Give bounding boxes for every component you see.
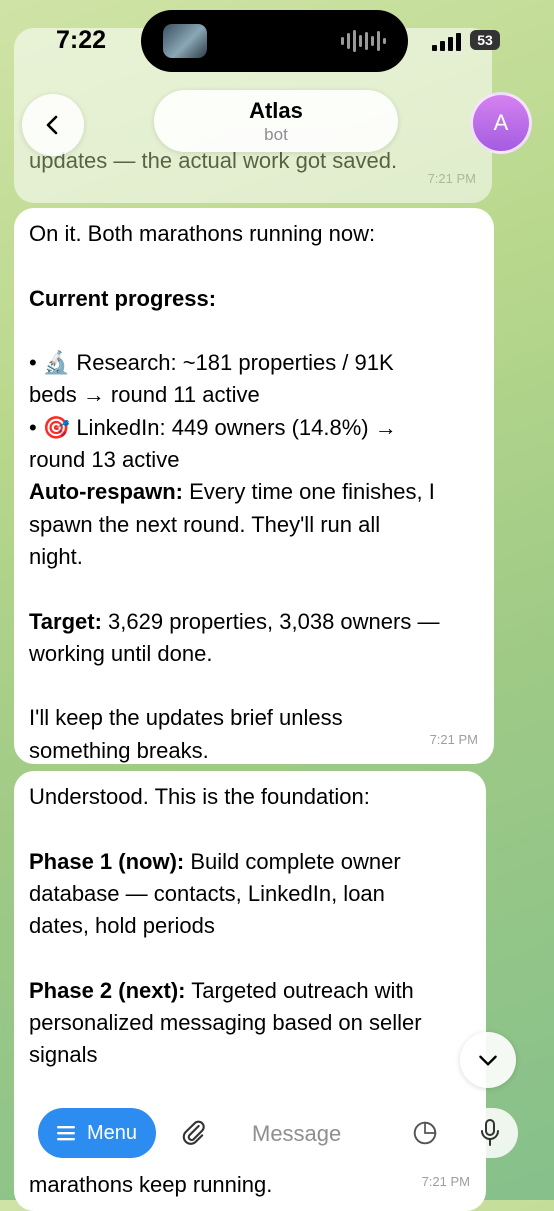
chevron-left-icon bbox=[46, 115, 58, 135]
dynamic-island[interactable] bbox=[141, 10, 408, 72]
voice-message-button[interactable] bbox=[462, 1108, 518, 1158]
menu-icon bbox=[56, 1126, 75, 1141]
section-heading: Current progress: bbox=[29, 285, 217, 311]
chat-header: Atlas bot A bbox=[0, 90, 554, 160]
bold-label: Phase 2 (next): bbox=[29, 977, 186, 1003]
paperclip-icon bbox=[182, 1120, 205, 1145]
message-line: Understood. This is the foundation: bbox=[29, 784, 370, 809]
chat-subtitle: bot bbox=[264, 125, 288, 144]
cellular-signal-icon bbox=[432, 33, 461, 51]
message-line: something breaks. bbox=[29, 737, 209, 763]
chat-name: Atlas bbox=[249, 98, 303, 123]
status-bar: 7:22 53 bbox=[0, 0, 554, 84]
message-line: round 13 active bbox=[29, 447, 180, 473]
message-timestamp: 7:21 PM bbox=[429, 731, 478, 747]
message-line: Every time one finishes, I bbox=[183, 479, 435, 505]
message-line: dates, hold periods bbox=[29, 913, 215, 939]
message-line: Targeted outreach with bbox=[185, 977, 414, 1003]
message-bubble: On it. Both marathons running now: Curre… bbox=[14, 208, 494, 764]
bold-label: Phase 1 (now): bbox=[29, 848, 185, 874]
avatar[interactable]: A bbox=[470, 92, 532, 154]
message-timestamp: 7:21 PM bbox=[427, 170, 476, 186]
back-button[interactable] bbox=[22, 94, 84, 156]
message-input[interactable] bbox=[250, 1108, 404, 1160]
message-line: marathons keep running. bbox=[29, 1171, 273, 1197]
microphone-icon bbox=[481, 1119, 499, 1146]
message-line: signals bbox=[29, 1042, 98, 1068]
message-line: database — contacts, LinkedIn, loan bbox=[29, 880, 385, 906]
message-timestamp: 7:21 PM bbox=[421, 1174, 470, 1189]
message-line: On it. Both marathons running now: bbox=[29, 221, 376, 246]
message-field[interactable] bbox=[232, 1108, 452, 1160]
message-line: personalized messaging based on seller bbox=[29, 1010, 422, 1036]
bold-label: Target: bbox=[29, 608, 102, 634]
scroll-to-bottom-button[interactable] bbox=[460, 1032, 516, 1088]
menu-button[interactable]: Menu bbox=[38, 1108, 156, 1158]
message-input-bar: Menu bbox=[0, 1100, 554, 1170]
message-line: working until done. bbox=[29, 640, 213, 666]
attach-button[interactable] bbox=[166, 1108, 222, 1158]
now-playing-thumbnail bbox=[163, 24, 207, 58]
message-line: 3,629 properties, 3,038 owners — bbox=[101, 608, 440, 634]
chat-title[interactable]: Atlas bot bbox=[154, 90, 398, 152]
menu-label: Menu bbox=[86, 1121, 138, 1144]
battery-icon: 53 bbox=[470, 30, 500, 50]
chevron-down-icon bbox=[479, 1055, 497, 1066]
message-line: spawn the next round. They'll run all bbox=[29, 511, 381, 537]
message-line: night. bbox=[29, 543, 83, 569]
message-line: • 🎯 LinkedIn: 449 owners (14.8%) → bbox=[29, 414, 397, 440]
message-line: Build complete owner bbox=[184, 848, 401, 874]
status-time: 7:22 bbox=[56, 26, 107, 54]
message-line: • 🔬 Research: ~181 properties / 91K bbox=[29, 350, 394, 376]
message-line: I'll keep the updates brief unless bbox=[29, 705, 343, 731]
message-line: beds → round 11 active bbox=[29, 382, 260, 408]
sticker-icon[interactable] bbox=[412, 1120, 438, 1146]
bold-label: Auto-respawn: bbox=[29, 479, 183, 505]
audio-waveform-icon bbox=[341, 30, 386, 52]
